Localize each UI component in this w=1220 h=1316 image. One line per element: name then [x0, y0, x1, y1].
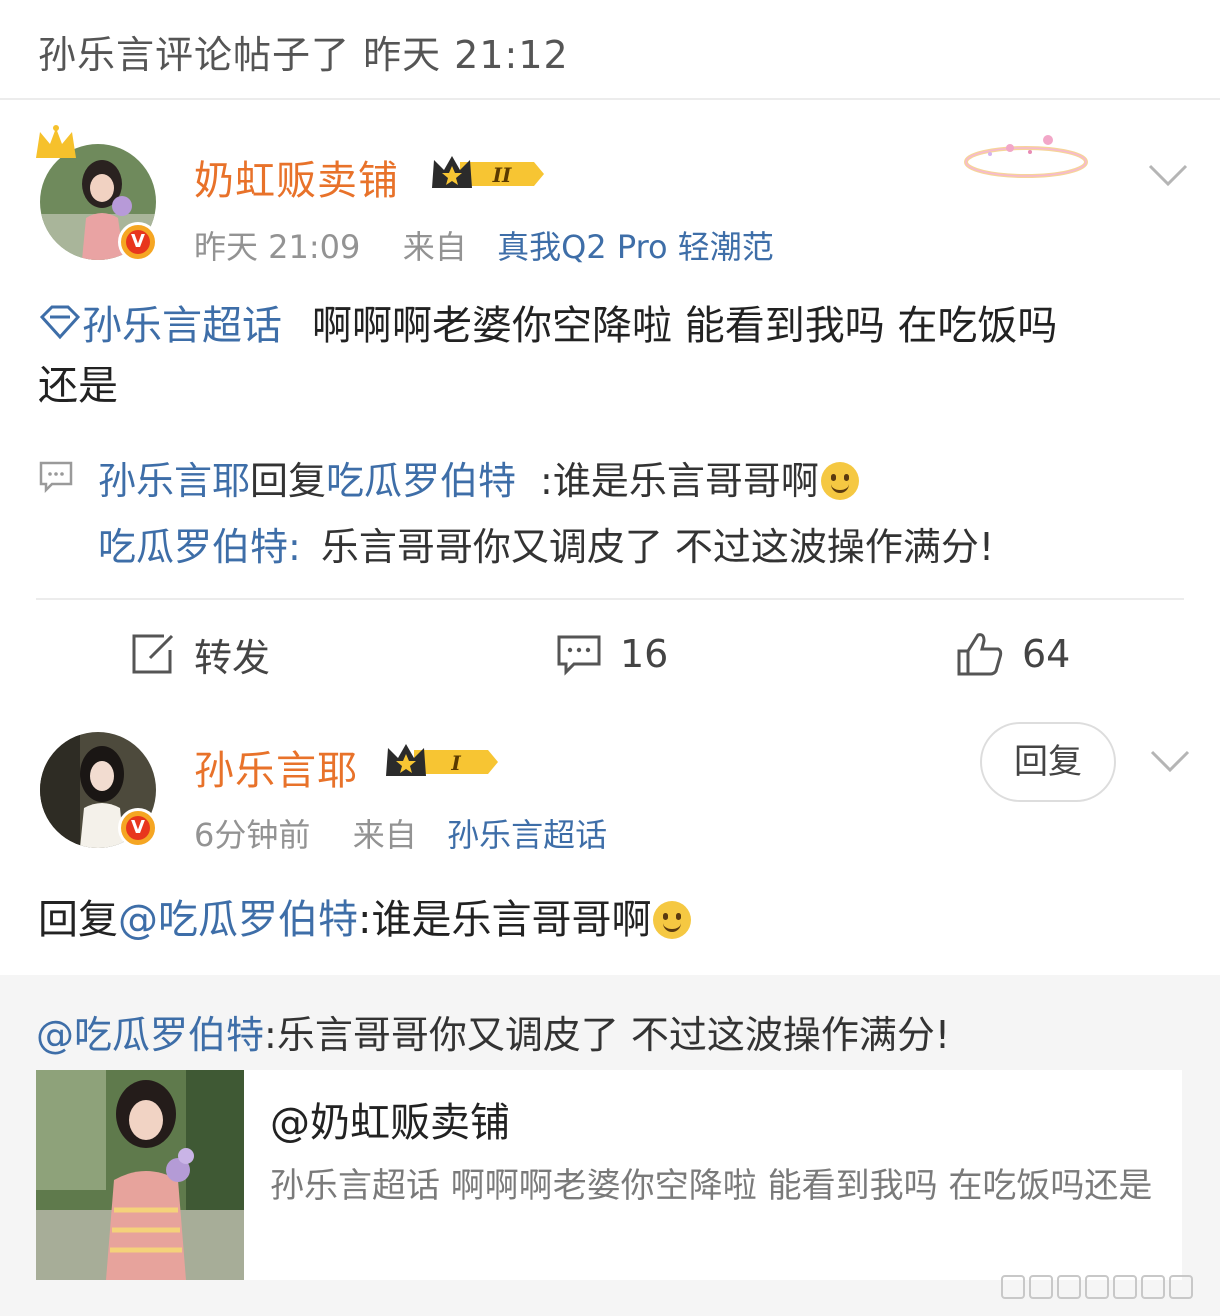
comment-bubble-icon [38, 460, 74, 494]
original-post-author[interactable]: @奶虹贩卖铺 [270, 1090, 510, 1148]
original-post-excerpt: 孙乐言超话 啊啊啊老婆你空降啦 能看到我吗 在吃饭吗还是 [270, 1166, 1153, 1206]
notification-text: 孙乐言评论帖子了 昨天 21:12 [38, 33, 569, 77]
quoted-mention-link[interactable]: @吃瓜罗伯特 [36, 1013, 264, 1057]
comment-1-target[interactable]: 吃瓜罗伯特 [326, 459, 516, 503]
original-post-thumbnail [36, 1070, 244, 1280]
comment-button[interactable]: 16 [556, 626, 668, 682]
post-device-link[interactable]: 真我Q2 Pro 轻潮范 [497, 228, 774, 266]
reply-source-prefix: 来自 [352, 816, 417, 854]
comment-icon [557, 635, 601, 676]
like-count: 64 [1022, 632, 1071, 676]
watermark-icon [1000, 1272, 1210, 1302]
post-content-line2: 还是 [38, 363, 118, 409]
topic-link[interactable]: 孙乐言超话 [82, 303, 282, 349]
post-source-prefix: 来自 [402, 228, 467, 266]
comment-2-user[interactable]: 吃瓜罗伯特 [98, 525, 288, 569]
reply-author-name[interactable]: 孙乐言耶 [194, 738, 358, 796]
reply-meta: 6分钟前 来自 孙乐言超话 [194, 810, 607, 856]
reply-source-link[interactable]: 孙乐言超话 [447, 816, 607, 854]
quoted-comment-text: @吃瓜罗伯特:乐言哥哥你又调皮了 不过这波操作满分! [36, 1013, 951, 1057]
post-time: 昨天 21:09 [194, 228, 361, 266]
svg-text:I: I [450, 751, 461, 775]
crown-icon [32, 124, 80, 164]
comment-1-user[interactable]: 孙乐言耶 [98, 459, 250, 503]
post-author-name[interactable]: 奶虹贩卖铺 [194, 148, 399, 206]
post-meta: 昨天 21:09 来自 真我Q2 Pro 轻潮范 [194, 222, 774, 268]
verified-badge-icon: V [118, 222, 158, 262]
post-divider [36, 598, 1184, 600]
inline-comment-2[interactable]: 吃瓜罗伯特: 乐言哥哥你又调皮了 不过这波操作满分! [98, 516, 994, 571]
thumbs-up-icon [957, 633, 1003, 676]
post-menu-chevron-icon[interactable] [1148, 160, 1188, 190]
inline-comment-1[interactable]: 孙乐言耶回复吃瓜罗伯特:谁是乐言哥哥啊 [98, 450, 859, 505]
repost-button[interactable]: 转发 [130, 626, 270, 682]
verified-badge-icon: V [118, 808, 158, 848]
smile-emoji-icon [653, 901, 692, 939]
post-content: 孙乐言超话 啊啊啊老婆你空降啦 能看到我吗 在吃饭吗 还是 [38, 296, 1188, 416]
reply-button[interactable]: 回复 [980, 722, 1116, 802]
reply-time: 6分钟前 [194, 816, 311, 854]
repost-label: 转发 [194, 635, 271, 680]
reply-menu-chevron-icon[interactable] [1150, 746, 1190, 776]
sparkle-decoration-icon [960, 126, 1092, 186]
repost-icon [132, 634, 174, 674]
post-content-line1: 啊啊啊老婆你空降啦 能看到我吗 在吃饭吗 [312, 303, 1058, 349]
smile-emoji-icon [820, 462, 859, 500]
comment-count: 16 [620, 632, 669, 676]
topic-diamond-icon [38, 300, 82, 340]
level-badge-icon: II [430, 154, 546, 194]
level-badge-icon: I [384, 742, 500, 782]
notification-header: 孙乐言评论帖子了 昨天 21:12 [0, 0, 1220, 100]
reply-content: 回复@吃瓜罗伯特:谁是乐言哥哥啊 [38, 890, 692, 950]
reply-mention-link[interactable]: @吃瓜罗伯特 [118, 897, 358, 943]
svg-text:II: II [492, 163, 512, 187]
like-button[interactable]: 64 [956, 626, 1070, 682]
original-post-card[interactable]: @奶虹贩卖铺 孙乐言超话 啊啊啊老婆你空降啦 能看到我吗 在吃饭吗还是 [36, 1070, 1182, 1280]
